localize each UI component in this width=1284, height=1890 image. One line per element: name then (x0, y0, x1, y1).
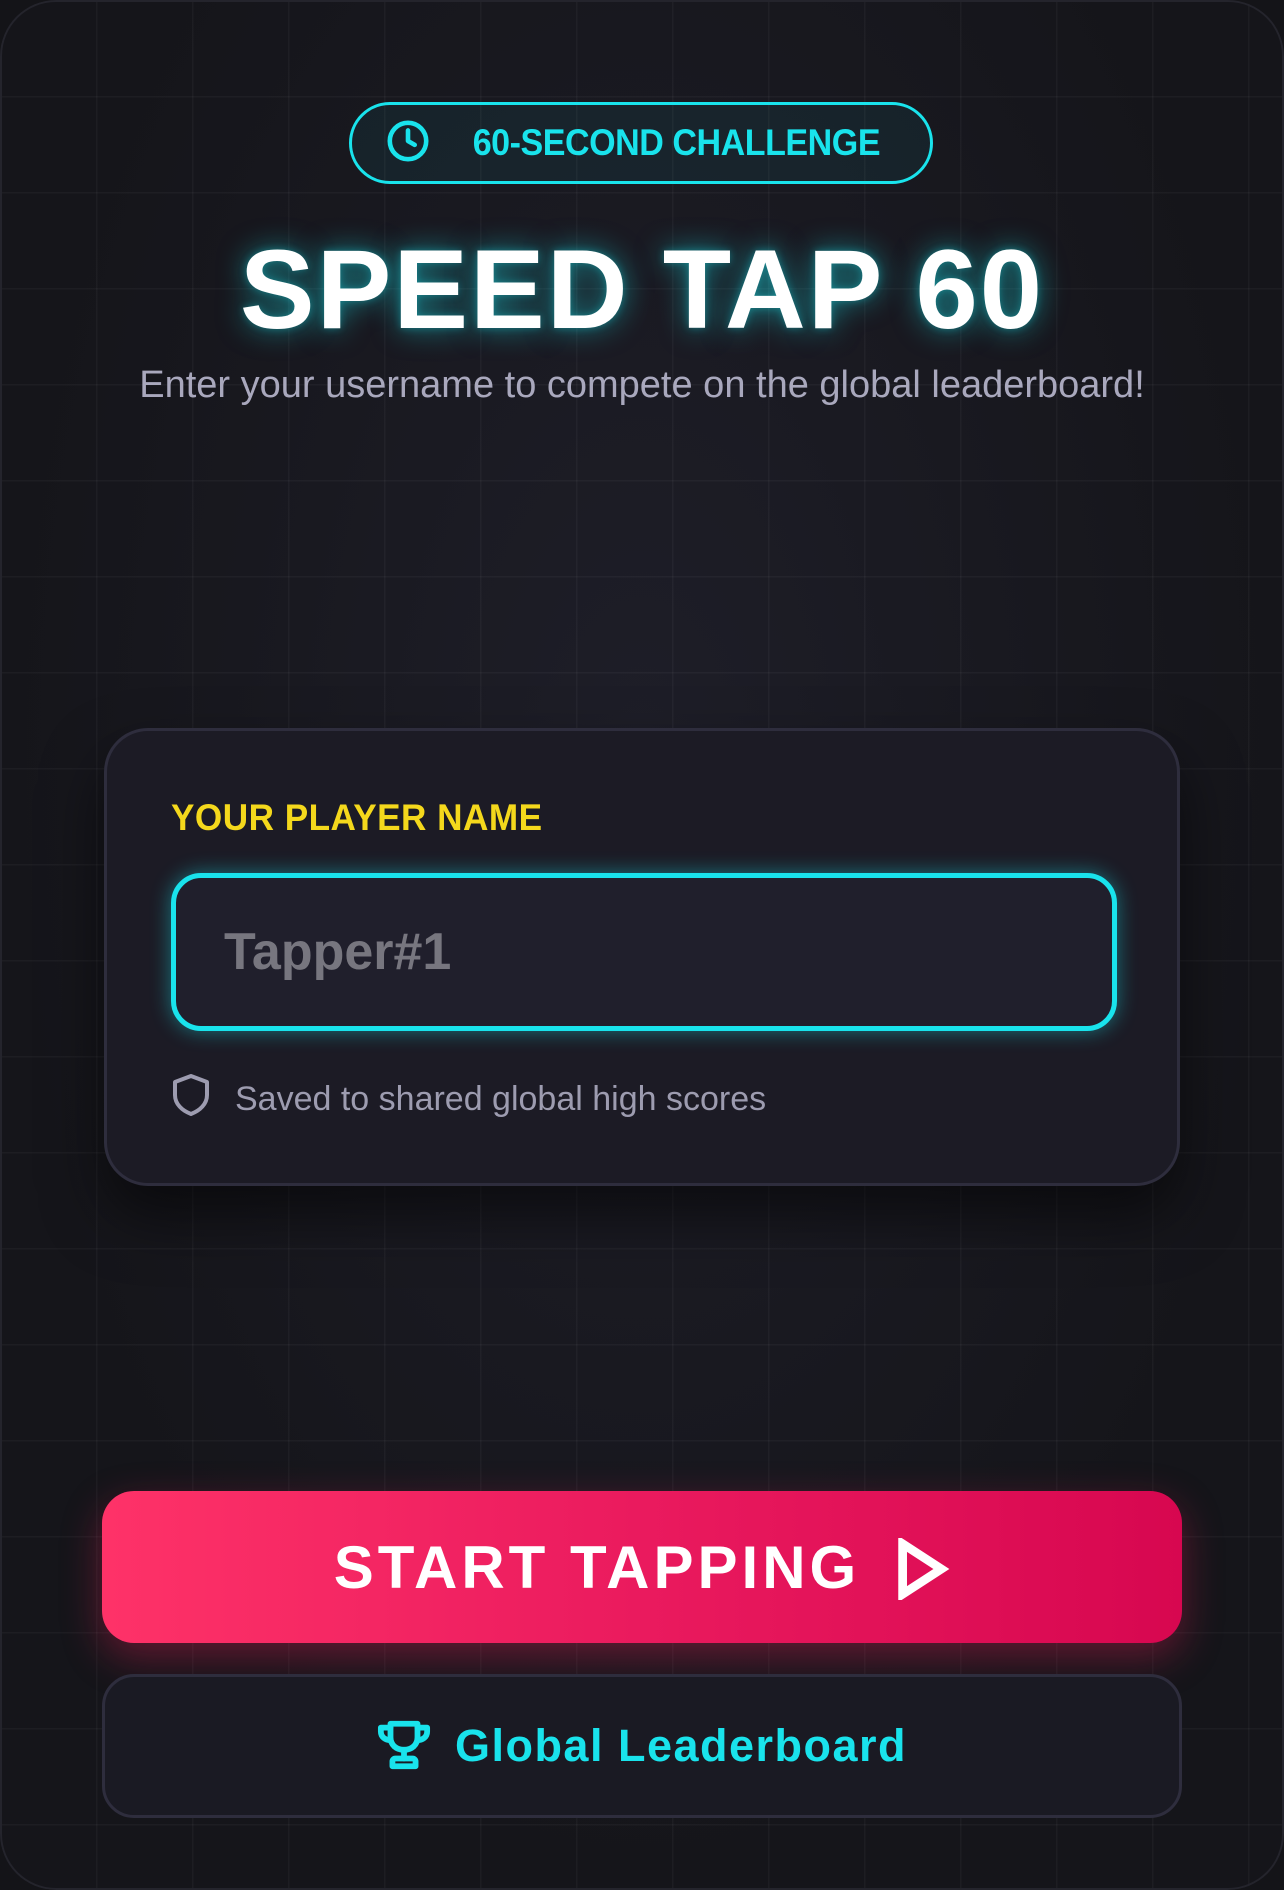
player-name-label: YOUR PLAYER NAME (171, 797, 543, 838)
challenge-badge-label: 60-SECOND CHALLENGE (472, 122, 880, 163)
game-subtitle: Enter your username to compete on the gl… (139, 364, 1145, 406)
global-leaderboard-label: Global Leaderboard (454, 1720, 908, 1771)
player-name-input[interactable] (171, 873, 1117, 1031)
save-note: Saved to shared global high scores (171, 1073, 766, 1126)
save-note-text: Saved to shared global high scores (235, 1080, 767, 1118)
play-icon (894, 1532, 950, 1603)
player-name-card: YOUR PLAYER NAME Saved to shared global … (104, 728, 1180, 1186)
clock-icon (385, 118, 431, 169)
challenge-badge: 60-SECOND CHALLENGE (349, 102, 933, 184)
trophy-icon (377, 1719, 431, 1774)
global-leaderboard-button[interactable]: Global Leaderboard (102, 1674, 1182, 1818)
app-screen: 60-SECOND CHALLENGE SPEED TAP 60 Enter y… (0, 0, 1284, 1890)
game-title: SPEED TAP 60 (239, 227, 1045, 352)
start-tapping-label: START TAPPING (333, 1533, 861, 1601)
shield-icon (171, 1073, 211, 1126)
start-tapping-button[interactable]: START TAPPING (102, 1491, 1182, 1643)
